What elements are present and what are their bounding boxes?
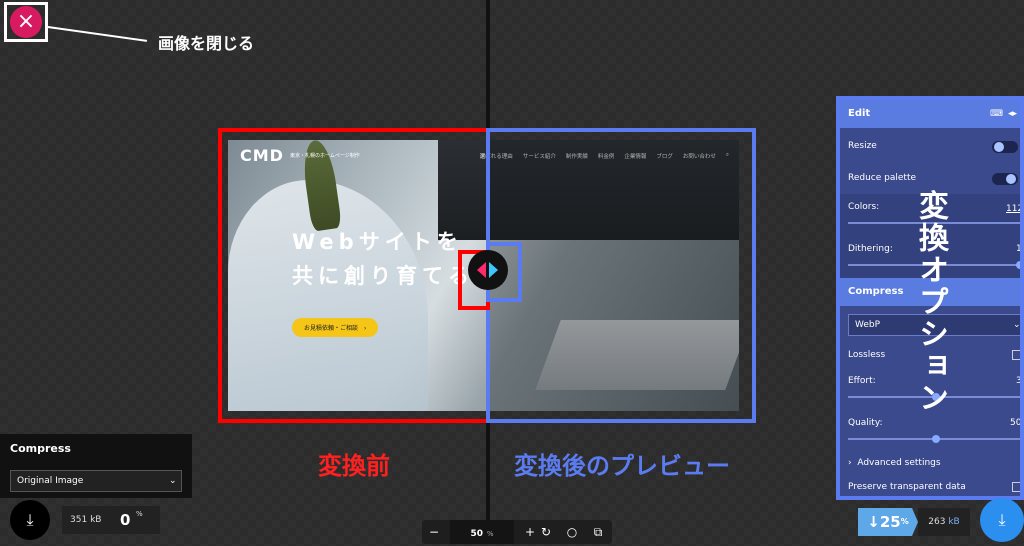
options-annotation-label: 変換オプション bbox=[913, 190, 948, 414]
before-annotation-frame bbox=[218, 128, 490, 423]
download-icon[interactable]: ⤓ bbox=[10, 500, 50, 540]
left-format-select[interactable]: Original Image ⌄ bbox=[10, 470, 182, 492]
after-annotation-label: 変換後のプレビュー bbox=[514, 452, 730, 480]
zoom-unit: % bbox=[486, 530, 494, 538]
download-result-icon[interactable]: ⤓ bbox=[980, 498, 1024, 542]
left-format-select-value: Original Image bbox=[17, 476, 84, 486]
savings-percent-unit: % bbox=[900, 517, 909, 526]
zoom-level-input[interactable]: 50 % bbox=[450, 520, 514, 544]
zoom-toolbar: − 50 % + ↻ ○ ⧉ bbox=[422, 520, 612, 544]
zoom-value: 50 bbox=[470, 529, 484, 539]
left-size-value: 351 kB bbox=[70, 515, 102, 525]
close-annotation-label: 画像を閉じる bbox=[158, 34, 255, 53]
crop-icon[interactable]: ⧉ bbox=[586, 520, 610, 544]
annotation-line bbox=[47, 26, 148, 42]
left-compress-panel: Compress Original Image ⌄ bbox=[0, 434, 192, 498]
savings-percent: 25 bbox=[879, 513, 901, 531]
left-compress-title: Compress bbox=[10, 442, 71, 455]
close-icon[interactable]: × bbox=[10, 6, 42, 38]
left-size-stats: 351 kB 0 % bbox=[62, 506, 160, 534]
right-size-unit: kB bbox=[948, 517, 960, 527]
left-percent-value: 0 bbox=[120, 511, 131, 529]
chevron-down-icon: ⌄ bbox=[169, 476, 177, 486]
before-annotation-label: 変換前 bbox=[318, 452, 390, 480]
left-percent-unit: % bbox=[136, 510, 143, 518]
rotate-icon[interactable]: ↻ bbox=[534, 520, 558, 544]
right-size-stats: 263 kB bbox=[918, 508, 970, 536]
after-annotation-frame bbox=[486, 128, 756, 423]
savings-badge: ↓25% bbox=[858, 508, 918, 536]
compare-handle-icon[interactable] bbox=[468, 250, 508, 290]
down-arrow-icon: ↓ bbox=[867, 513, 880, 531]
right-size-value: 263 bbox=[928, 517, 946, 527]
circle-icon[interactable]: ○ bbox=[560, 520, 584, 544]
zoom-out-button[interactable]: − bbox=[422, 520, 446, 544]
